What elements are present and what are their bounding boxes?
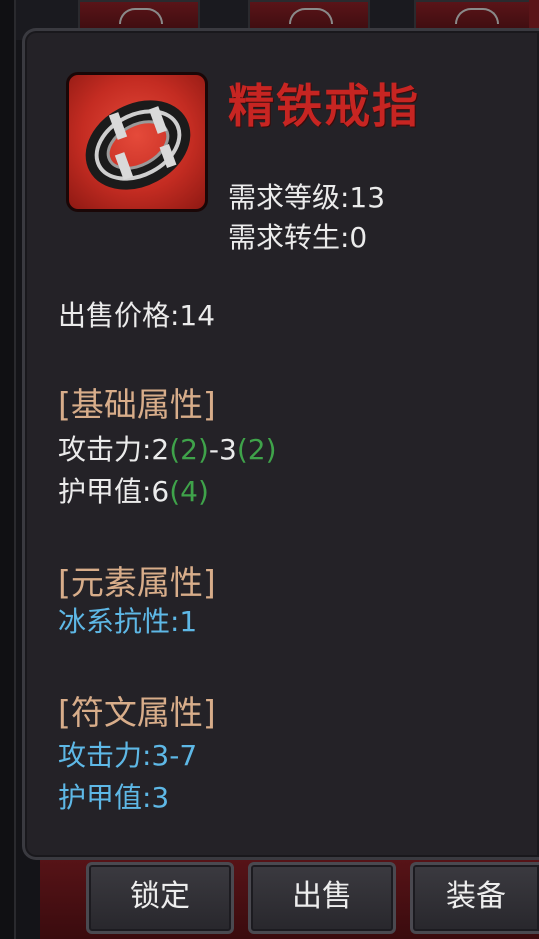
attack-max: -3 [208,433,237,466]
attack-bonus-max: (2) [236,433,277,466]
element-attributes-header: [元素属性] [58,563,216,602]
required-rebirth: 需求转生:0 [228,221,368,254]
armor-bonus: (4) [169,475,209,508]
rune-attributes-header: [符文属性] [58,693,216,732]
rune-attack: 攻击力:3-7 [58,739,198,772]
lock-button[interactable]: 锁定 [86,862,234,934]
sell-button[interactable]: 出售 [248,862,396,934]
base-attributes-header: [基础属性] [58,385,216,424]
required-level: 需求等级:13 [228,181,386,214]
item-name: 精铁戒指 [228,79,420,133]
armor-value: 护甲值:6 [58,475,170,508]
attack-bonus-min: (2) [169,433,209,466]
ice-resistance: 冰系抗性:1 [58,605,198,638]
iron-ring-icon [85,100,191,190]
sell-price: 出售价格:14 [58,299,216,332]
left-border [0,0,16,939]
equip-button[interactable]: 装备 [410,862,539,934]
rune-armor: 护甲值:3 [58,781,170,814]
base-attack-line: 攻击力:2(2)-3(2) [58,428,277,468]
base-armor-line: 护甲值:6(4) [58,470,209,510]
item-icon-frame [66,72,208,212]
attack-value: 攻击力:2 [58,433,170,466]
